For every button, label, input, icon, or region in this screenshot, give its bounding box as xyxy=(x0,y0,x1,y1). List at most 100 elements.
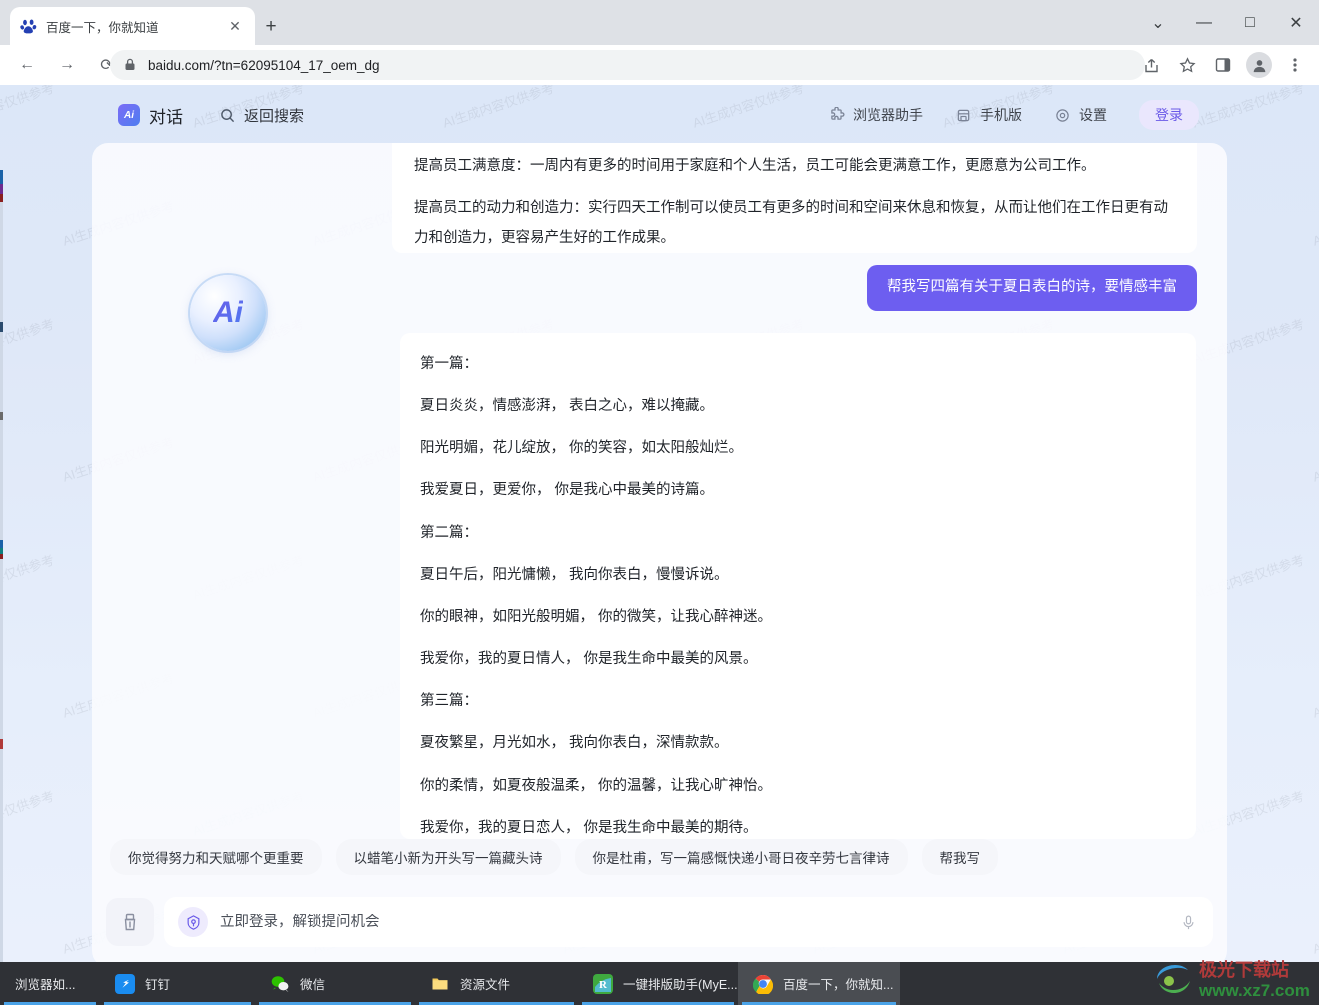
chat-panel: Ai 提高员工满意度：一周内有更多的时间用于家庭和个人生活，员工可能会更满意工作… xyxy=(92,143,1227,962)
taskbar-label: 资源文件 xyxy=(460,978,511,992)
folder-icon xyxy=(429,973,451,995)
watermark-text: AI生成内容仅供参考 xyxy=(0,788,57,839)
taskbar-label: 百度一下，你就知... xyxy=(783,978,894,992)
watermark-line1: 极光下载站 xyxy=(1199,960,1289,981)
poem-line: 阳光明媚，花儿绽放， 你的笑容，如太阳般灿烂。 xyxy=(420,440,744,457)
dingtalk-icon xyxy=(114,973,136,995)
close-window-button[interactable]: ✕ xyxy=(1273,0,1319,45)
poem-line: 夏日午后，阳光慵懒， 我向你表白，慢慢诉说。 xyxy=(420,566,729,583)
broom-icon[interactable] xyxy=(106,898,154,946)
user-message: 帮我写四篇有关于夏日表白的诗，要情感丰富 xyxy=(867,265,1197,311)
watermark-text: AI生成内容仅供参考 xyxy=(1310,434,1319,485)
site-watermark: 极光下载站 www.xz7.com xyxy=(1153,955,1313,1001)
login-button[interactable]: 登录 xyxy=(1139,100,1199,130)
brand[interactable]: Ai 对话 xyxy=(118,103,183,128)
gear-icon xyxy=(1054,107,1071,124)
ai-avatar-label: Ai xyxy=(213,296,243,329)
puzzle-icon xyxy=(828,107,845,124)
aurora-logo-icon xyxy=(1157,965,1190,993)
page-content: AI生成内容仅供参考 AI生成内容仅供参考 AI生成内容仅供参考 AI生成内容仅供参考… xyxy=(0,85,1319,962)
url-text: baidu.com/?tn=62095104_17_oem_dg xyxy=(148,57,380,73)
ai-avatar: Ai xyxy=(190,275,266,351)
lock-icon xyxy=(124,58,138,72)
taskbar-label: 微信 xyxy=(300,978,326,992)
bot-message-1: 提高员工满意度：一周内有更多的时间用于家庭和个人生活，员工可能会更满意工作，更愿… xyxy=(392,143,1197,253)
watermark-text: AI生成内容仅供参考 xyxy=(0,316,57,367)
poem-line: 第二篇： xyxy=(420,524,478,541)
share-icon[interactable] xyxy=(1136,50,1166,80)
mobile-version-label: 手机版 xyxy=(980,107,1022,123)
chat-input[interactable] xyxy=(220,914,1177,930)
taskbar-label: 钉钉 xyxy=(145,978,171,992)
watermark-text: AI生成内容仅供参考 xyxy=(1310,670,1319,721)
taskbar-item-folder[interactable]: 资源文件 xyxy=(415,962,578,1005)
watermark-line2: www.xz7.com xyxy=(1199,981,1310,1001)
poem-line: 夏夜繁星，月光如水， 我向你表白，深情款款。 xyxy=(420,735,729,752)
header-right: 浏览器助手 手机版 设置 登录 xyxy=(828,85,1199,145)
input-wrapper[interactable] xyxy=(164,897,1213,947)
poem-line: 你的眼神，如阳光般明媚， 你的微笑，让我心醉神迷。 xyxy=(420,608,773,625)
taskbar-item-dingtalk[interactable]: 钉钉 xyxy=(100,962,255,1005)
suggestion-chip[interactable]: 你是杜甫，写一篇感慨快递小哥日夜辛劳七言律诗 xyxy=(574,839,908,875)
typesetting-icon: R xyxy=(592,973,614,995)
back-icon[interactable]: ← xyxy=(10,48,44,82)
poem-line: 我爱你，我的夏日恋人， 你是我生命中最美的期待。 xyxy=(420,819,758,836)
bot-message-2: 第一篇： 夏日炎炎，情感澎湃， 表白之心，难以掩藏。 阳光明媚，花儿绽放， 你的… xyxy=(400,333,1196,839)
window-controls: ⌄ — □ ✕ xyxy=(1135,0,1319,45)
taskbar-item-typesetting[interactable]: R 一键排版助手(MyE... xyxy=(578,962,738,1005)
browser-assistant-link[interactable]: 浏览器助手 xyxy=(828,105,923,125)
settings-link[interactable]: 设置 xyxy=(1054,105,1107,125)
poem-line: 第一篇： xyxy=(420,356,478,372)
ai-brand-icon: Ai xyxy=(118,104,140,126)
taskbar: 浏览器如... 钉钉 微信 资源文件 R 一键排版助手(MyE... 百度一下，… xyxy=(0,962,1319,1005)
bookmark-star-icon[interactable] xyxy=(1172,50,1202,80)
suggestion-chip[interactable]: 帮我写 xyxy=(921,839,998,875)
taskbar-label: 浏览器如... xyxy=(15,978,76,992)
forward-icon[interactable]: → xyxy=(50,48,84,82)
left-edge-artifact xyxy=(0,170,3,962)
profile-avatar-icon[interactable] xyxy=(1246,52,1272,78)
taskbar-item-browser[interactable]: 浏览器如... xyxy=(0,962,100,1005)
watermark-text: AI生成内容仅供参考 xyxy=(1310,906,1319,957)
taskbar-item-chrome[interactable]: 百度一下，你就知... xyxy=(738,962,900,1005)
search-icon xyxy=(219,107,236,124)
svg-text:R: R xyxy=(599,979,608,991)
poem-line: 第三篇： xyxy=(420,693,478,710)
poem-line: 我爱夏日，更爱你， 你是我心中最美的诗篇。 xyxy=(420,482,715,499)
microphone-icon[interactable] xyxy=(1177,911,1199,933)
poem-line: 你的柔情，如夏夜般温柔， 你的温馨，让我心旷神怡。 xyxy=(420,777,773,794)
composer xyxy=(92,891,1227,953)
menu-kebab-icon[interactable] xyxy=(1280,50,1310,80)
tab-search-icon[interactable]: ⌄ xyxy=(1135,0,1181,45)
browser-tab[interactable]: 百度一下，你就知道 ✕ xyxy=(10,7,255,45)
bot-message-1-paragraph-1: 提高员工满意度：一周内有更多的时间用于家庭和个人生活，员工可能会更满意工作，更愿… xyxy=(414,158,1096,174)
minimize-button[interactable]: — xyxy=(1181,0,1227,45)
bot-message-1-paragraph-2: 提高员工的动力和创造力：实行四天工作制可以使员工有更多的时间和空间来休息和恢复，… xyxy=(414,200,1168,247)
baidu-ai-icon xyxy=(178,907,208,937)
browser-assistant-label: 浏览器助手 xyxy=(853,107,923,123)
tab-strip: 百度一下，你就知道 ✕ + ⌄ — □ ✕ xyxy=(0,0,1319,45)
mobile-version-link[interactable]: 手机版 xyxy=(955,105,1022,125)
poem-line: 夏日炎炎，情感澎湃， 表白之心，难以掩藏。 xyxy=(420,398,715,415)
watermark-text: AI生成内容仅供参考 xyxy=(1310,198,1319,249)
mobile-icon xyxy=(955,107,972,124)
maximize-button[interactable]: □ xyxy=(1227,0,1273,45)
baidu-paw-icon xyxy=(20,18,37,35)
suggestion-chip[interactable]: 你觉得努力和天赋哪个更重要 xyxy=(110,839,322,875)
back-to-search-link[interactable]: 返回搜索 xyxy=(219,105,304,126)
taskbar-item-wechat[interactable]: 微信 xyxy=(255,962,415,1005)
tab-close-icon[interactable]: ✕ xyxy=(225,16,245,36)
chrome-icon xyxy=(752,973,774,995)
wechat-icon xyxy=(269,973,291,995)
tab-title: 百度一下，你就知道 xyxy=(46,20,159,35)
suggestion-chip[interactable]: 以蜡笔小新为开头写一篇藏头诗 xyxy=(335,839,561,875)
site-header: Ai 对话 返回搜索 浏览器助手 手机版 设置 登录 xyxy=(0,85,1319,145)
browser-window: 百度一下，你就知道 ✕ + ⌄ — □ ✕ ← → ⟳ baidu.com/?t… xyxy=(0,0,1319,962)
sidepanel-icon[interactable] xyxy=(1208,50,1238,80)
new-tab-button[interactable]: + xyxy=(258,14,284,40)
watermark-text: AI生成内容仅供参考 xyxy=(0,552,57,603)
address-bar[interactable]: baidu.com/?tn=62095104_17_oem_dg xyxy=(110,50,1145,80)
brand-label: 对话 xyxy=(149,107,183,127)
suggestion-chips: 你觉得努力和天赋哪个更重要 以蜡笔小新为开头写一篇藏头诗 你是杜甫，写一篇感慨快… xyxy=(92,837,1227,877)
toolbar-right-icons xyxy=(1133,45,1313,85)
